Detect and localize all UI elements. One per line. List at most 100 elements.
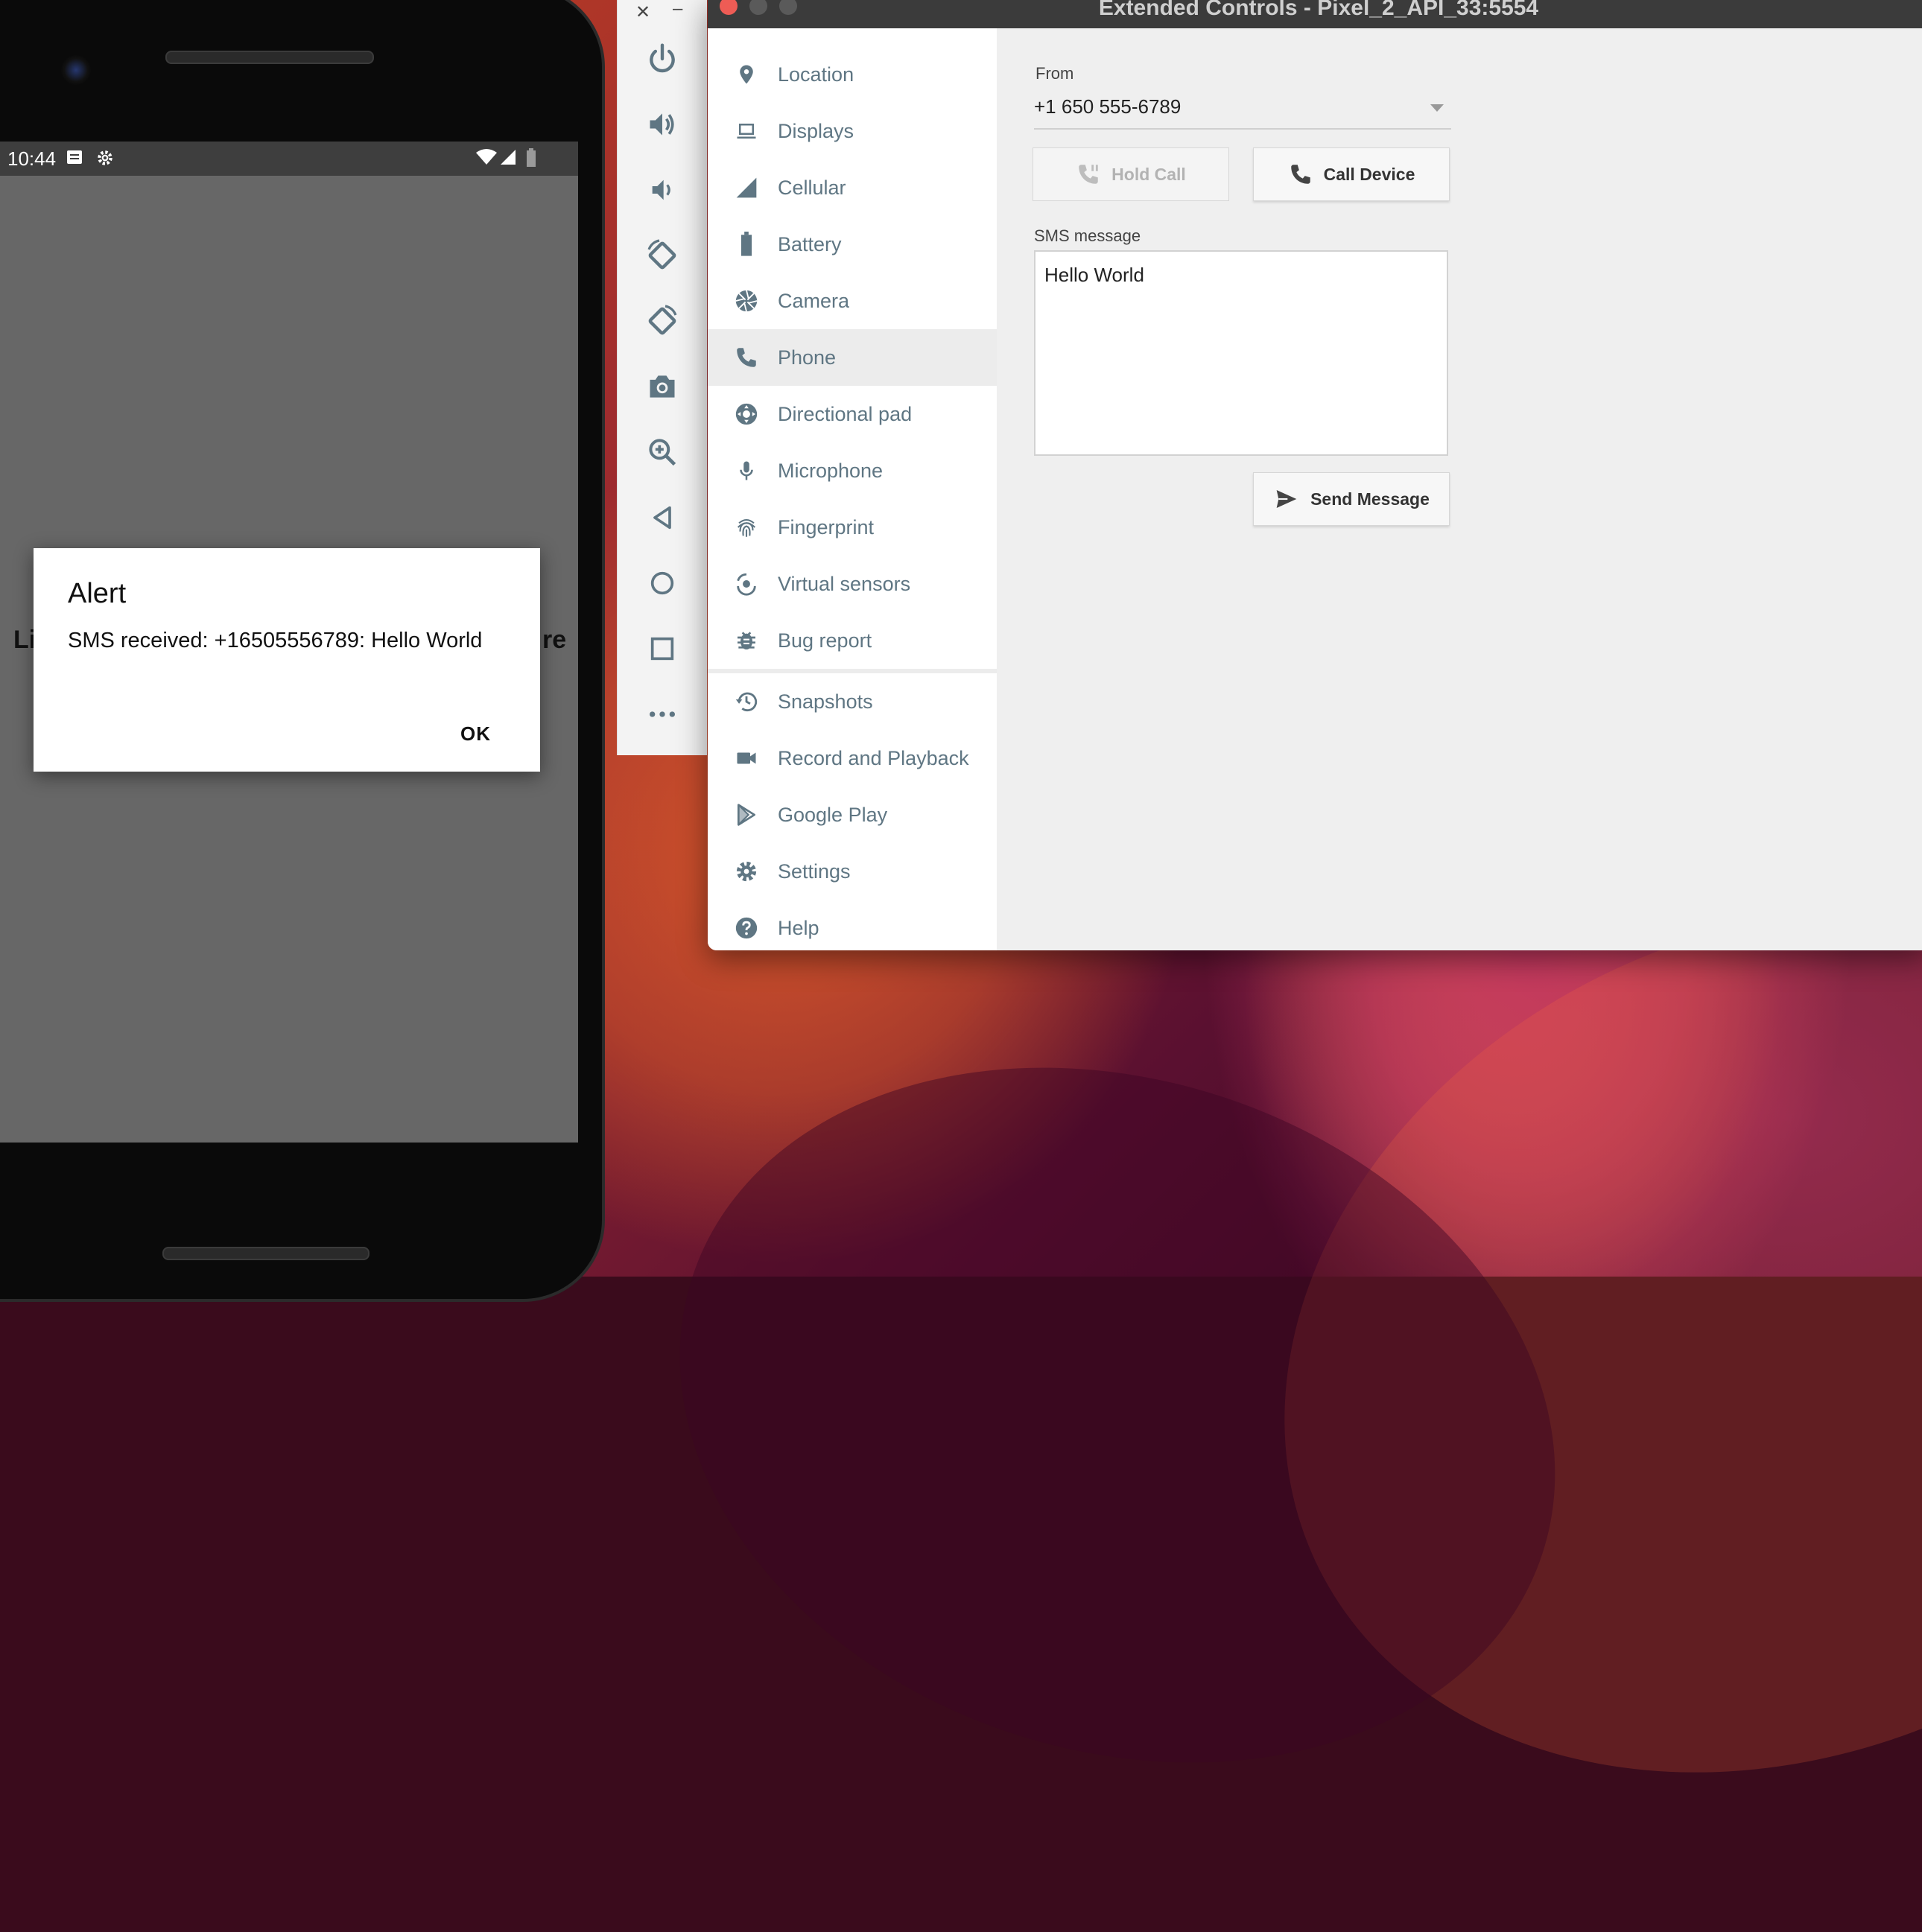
front-camera bbox=[61, 55, 91, 85]
phone-screen[interactable]: 10:44 Li re Alert SMS received: +1650555… bbox=[0, 142, 578, 1143]
window-title: Extended Controls - Pixel_2_API_33:5554 bbox=[1098, 0, 1539, 20]
back-icon[interactable] bbox=[642, 498, 682, 538]
sidebar-item-label: Phone bbox=[778, 346, 837, 369]
sidebar-item-label: Displays bbox=[778, 119, 854, 142]
phone-panel: From +1 650 555-6789 Hold Call Call Devi… bbox=[997, 28, 1922, 950]
microphone-icon bbox=[732, 456, 761, 486]
hold-call-button[interactable]: Hold Call bbox=[1033, 147, 1229, 201]
settings-notification-icon bbox=[95, 148, 115, 173]
sms-message-input[interactable]: Hello World bbox=[1034, 250, 1448, 456]
from-number-value: +1 650 555-6789 bbox=[1034, 95, 1182, 118]
dialog-message: SMS received: +16505556789: Hello World bbox=[68, 629, 483, 652]
sidebar-item-label: Fingerprint bbox=[778, 515, 875, 538]
sidebar-item-record-and-playback[interactable]: Record and Playback bbox=[708, 730, 997, 787]
sidebar-item-label: Record and Playback bbox=[778, 746, 969, 769]
sidebar-item-bug-report[interactable]: Bug report bbox=[708, 612, 997, 669]
cellular-signal-icon bbox=[732, 173, 761, 203]
bottom-speaker bbox=[162, 1247, 370, 1260]
status-time: 10:44 bbox=[7, 147, 57, 170]
storage-notification-icon bbox=[66, 148, 83, 171]
chevron-down-icon bbox=[1430, 104, 1444, 112]
dialog-title: Alert bbox=[68, 578, 127, 609]
video-camera-icon bbox=[732, 743, 761, 773]
google-play-icon bbox=[732, 800, 761, 830]
from-label: From bbox=[1035, 64, 1074, 83]
send-icon bbox=[1273, 487, 1300, 511]
battery-icon bbox=[526, 148, 536, 173]
screenshot-icon[interactable] bbox=[642, 366, 682, 407]
sidebar-item-cellular[interactable]: Cellular bbox=[708, 159, 997, 216]
sidebar-item-label: Camera bbox=[778, 289, 850, 312]
phone-icon bbox=[1288, 162, 1313, 187]
virtual-sensors-icon bbox=[732, 569, 761, 599]
sidebar-item-label: Microphone bbox=[778, 459, 884, 482]
phone-icon bbox=[732, 343, 761, 372]
top-speaker bbox=[165, 51, 374, 64]
sidebar-item-help[interactable]: Help bbox=[708, 900, 997, 950]
sidebar-item-label: Location bbox=[778, 63, 854, 86]
status-bar: 10:44 bbox=[0, 142, 578, 176]
sidebar-item-google-play[interactable]: Google Play bbox=[708, 787, 997, 843]
rotate-left-icon[interactable] bbox=[642, 235, 682, 276]
toolbar-window-controls: ✕ – bbox=[618, 0, 707, 27]
sidebar-item-camera[interactable]: Camera bbox=[708, 273, 997, 329]
fingerprint-icon bbox=[732, 512, 761, 542]
sidebar-item-phone[interactable]: Phone bbox=[708, 329, 997, 386]
from-number-dropdown[interactable]: +1 650 555-6789 bbox=[1034, 89, 1451, 130]
power-icon[interactable] bbox=[642, 39, 682, 79]
phone-paused-icon bbox=[1076, 162, 1101, 187]
sidebar-item-location[interactable]: Location bbox=[708, 46, 997, 103]
sidebar-item-label: Google Play bbox=[778, 803, 888, 826]
sidebar-item-label: Help bbox=[778, 916, 819, 939]
bug-icon bbox=[732, 626, 761, 655]
sidebar-item-battery[interactable]: Battery bbox=[708, 216, 997, 273]
zoom-icon[interactable] bbox=[642, 432, 682, 472]
sidebar-item-label: Directional pad bbox=[778, 402, 913, 425]
window-titlebar: Extended Controls - Pixel_2_API_33:5554 bbox=[708, 0, 1922, 28]
phone-frame: 10:44 Li re Alert SMS received: +1650555… bbox=[0, 0, 605, 1302]
send-message-button[interactable]: Send Message bbox=[1253, 472, 1450, 526]
rotate-right-icon[interactable] bbox=[642, 301, 682, 341]
sidebar-item-label: Virtual sensors bbox=[778, 572, 911, 595]
sidebar-item-directional-pad[interactable]: Directional pad bbox=[708, 386, 997, 442]
cell-signal-icon bbox=[499, 148, 517, 171]
sms-message-label: SMS message bbox=[1034, 226, 1141, 245]
camera-aperture-icon bbox=[732, 286, 761, 316]
home-icon[interactable] bbox=[642, 563, 682, 603]
volume-up-icon[interactable] bbox=[642, 104, 682, 144]
background-app-text: re bbox=[542, 626, 567, 654]
send-message-label: Send Message bbox=[1310, 489, 1430, 509]
emulator-toolbar: ✕ – bbox=[617, 0, 707, 755]
sidebar-item-displays[interactable]: Displays bbox=[708, 103, 997, 159]
sidebar-item-snapshots[interactable]: Snapshots bbox=[708, 673, 997, 730]
toolbar-minimize-button[interactable]: – bbox=[673, 0, 682, 19]
more-icon[interactable] bbox=[642, 694, 682, 734]
sidebar-item-virtual-sensors[interactable]: Virtual sensors bbox=[708, 556, 997, 612]
dialog-ok-button[interactable]: OK bbox=[460, 722, 491, 746]
sidebar-item-label: Cellular bbox=[778, 176, 846, 199]
dpad-icon bbox=[732, 399, 761, 429]
gear-icon bbox=[732, 857, 761, 886]
help-icon bbox=[732, 913, 761, 943]
call-device-label: Call Device bbox=[1323, 164, 1415, 184]
hold-call-label: Hold Call bbox=[1111, 164, 1186, 184]
sidebar-item-fingerprint[interactable]: Fingerprint bbox=[708, 499, 997, 556]
sidebar-item-label: Battery bbox=[778, 232, 842, 255]
sidebar-item-settings[interactable]: Settings bbox=[708, 843, 997, 900]
sidebar-item-microphone[interactable]: Microphone bbox=[708, 442, 997, 499]
sidebar: Location Displays Cellular Battery Camer… bbox=[708, 28, 997, 950]
display-icon bbox=[732, 116, 761, 146]
location-pin-icon bbox=[732, 60, 761, 89]
wifi-icon bbox=[475, 148, 498, 171]
overview-icon[interactable] bbox=[642, 629, 682, 669]
sidebar-item-label: Settings bbox=[778, 859, 851, 883]
sidebar-item-label: Bug report bbox=[778, 629, 872, 652]
toolbar-close-button[interactable]: ✕ bbox=[635, 1, 650, 23]
call-device-button[interactable]: Call Device bbox=[1253, 147, 1450, 201]
alert-dialog: Alert SMS received: +16505556789: Hello … bbox=[34, 548, 540, 772]
sidebar-item-label: Snapshots bbox=[778, 690, 873, 713]
history-icon bbox=[732, 687, 761, 716]
volume-down-icon[interactable] bbox=[642, 170, 682, 210]
extended-controls-window: Extended Controls - Pixel_2_API_33:5554 … bbox=[708, 0, 1922, 950]
battery-icon bbox=[732, 229, 761, 259]
